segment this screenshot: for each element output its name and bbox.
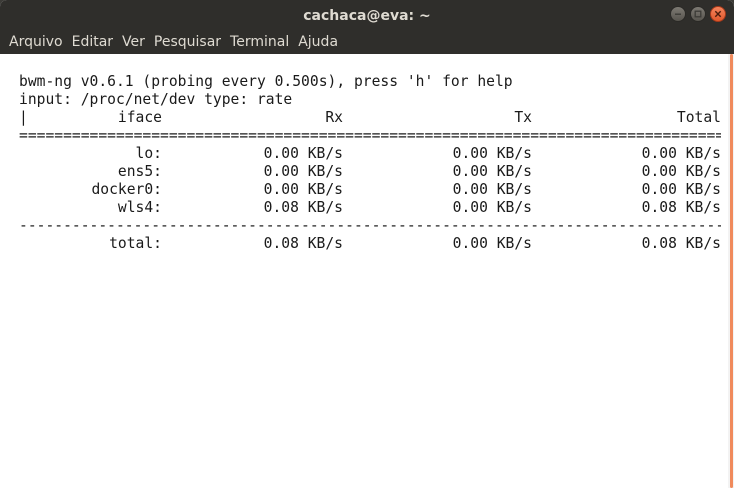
column-tx: Tx bbox=[514, 109, 532, 126]
column-total: Total bbox=[676, 109, 721, 126]
rx-value: 0.00 KB/s bbox=[263, 145, 343, 162]
total-label: total: bbox=[109, 235, 162, 252]
title-bar[interactable]: cachaca@eva: ~ bbox=[0, 0, 734, 30]
menu-ver[interactable]: Ver bbox=[119, 30, 148, 54]
terminal-output[interactable]: bwm-ng v0.6.1 (probing every 0.500s), pr… bbox=[0, 54, 728, 488]
close-button[interactable] bbox=[710, 6, 726, 22]
menu-arquivo[interactable]: Arquivo bbox=[6, 30, 66, 54]
bwm-header-line: bwm-ng v0.6.1 (probing every 0.500s), pr… bbox=[19, 73, 513, 90]
tx-value: 0.00 KB/s bbox=[452, 181, 532, 198]
minimize-icon bbox=[675, 13, 681, 15]
scrollbar-thumb[interactable] bbox=[730, 54, 733, 488]
table-row: lo: 0.00 KB/s 0.00 KB/s 0.00 KB/s bbox=[19, 145, 728, 163]
rx-value: 0.00 KB/s bbox=[263, 181, 343, 198]
iface-name: docker0: bbox=[91, 181, 162, 198]
tx-value: 0.00 KB/s bbox=[452, 145, 532, 162]
table-row: ens5: 0.00 KB/s 0.00 KB/s 0.00 KB/s bbox=[19, 163, 728, 181]
scrollbar[interactable] bbox=[728, 54, 734, 488]
double-separator: ========================================… bbox=[19, 127, 721, 144]
tx-value: 0.00 KB/s bbox=[452, 199, 532, 216]
total-value: 0.00 KB/s bbox=[641, 145, 721, 162]
rx-value: 0.00 KB/s bbox=[263, 163, 343, 180]
total-value: 0.00 KB/s bbox=[641, 163, 721, 180]
rx-value: 0.08 KB/s bbox=[263, 199, 343, 216]
table-row: wls4: 0.08 KB/s 0.00 KB/s 0.08 KB/s bbox=[19, 199, 728, 217]
minimize-button[interactable] bbox=[670, 6, 686, 22]
total-row: total: 0.08 KB/s 0.00 KB/s 0.08 KB/s bbox=[19, 235, 728, 253]
menu-pesquisar[interactable]: Pesquisar bbox=[151, 30, 224, 54]
iface-name: lo: bbox=[135, 145, 162, 162]
close-icon bbox=[714, 10, 722, 18]
maximize-button[interactable] bbox=[690, 6, 706, 22]
tx-value: 0.00 KB/s bbox=[452, 163, 532, 180]
menu-editar[interactable]: Editar bbox=[69, 30, 116, 54]
window-controls bbox=[670, 6, 726, 22]
column-header-row: | iface Rx Tx Total bbox=[19, 109, 721, 126]
window-title: cachaca@eva: ~ bbox=[303, 7, 431, 24]
menu-ajuda[interactable]: Ajuda bbox=[295, 30, 341, 54]
total-total-value: 0.08 KB/s bbox=[641, 235, 721, 252]
menu-terminal[interactable]: Terminal bbox=[227, 30, 292, 54]
total-value: 0.08 KB/s bbox=[641, 199, 721, 216]
iface-name: ens5: bbox=[117, 163, 162, 180]
column-rx: Rx bbox=[325, 109, 343, 126]
single-separator: ----------------------------------------… bbox=[19, 217, 721, 234]
menu-bar: Arquivo Editar Ver Pesquisar Terminal Aj… bbox=[0, 30, 734, 54]
total-tx-value: 0.00 KB/s bbox=[452, 235, 532, 252]
total-value: 0.00 KB/s bbox=[641, 181, 721, 198]
maximize-icon bbox=[694, 10, 702, 18]
iface-name: wls4: bbox=[117, 199, 162, 216]
bwm-input-line: input: /proc/net/dev type: rate bbox=[19, 91, 293, 108]
column-iface: iface bbox=[117, 109, 162, 126]
total-rx-value: 0.08 KB/s bbox=[263, 235, 343, 252]
terminal-window: cachaca@eva: ~ Arquivo Editar Ver Pesqui… bbox=[0, 0, 734, 488]
table-row: docker0: 0.00 KB/s 0.00 KB/s 0.00 KB/s bbox=[19, 181, 728, 199]
